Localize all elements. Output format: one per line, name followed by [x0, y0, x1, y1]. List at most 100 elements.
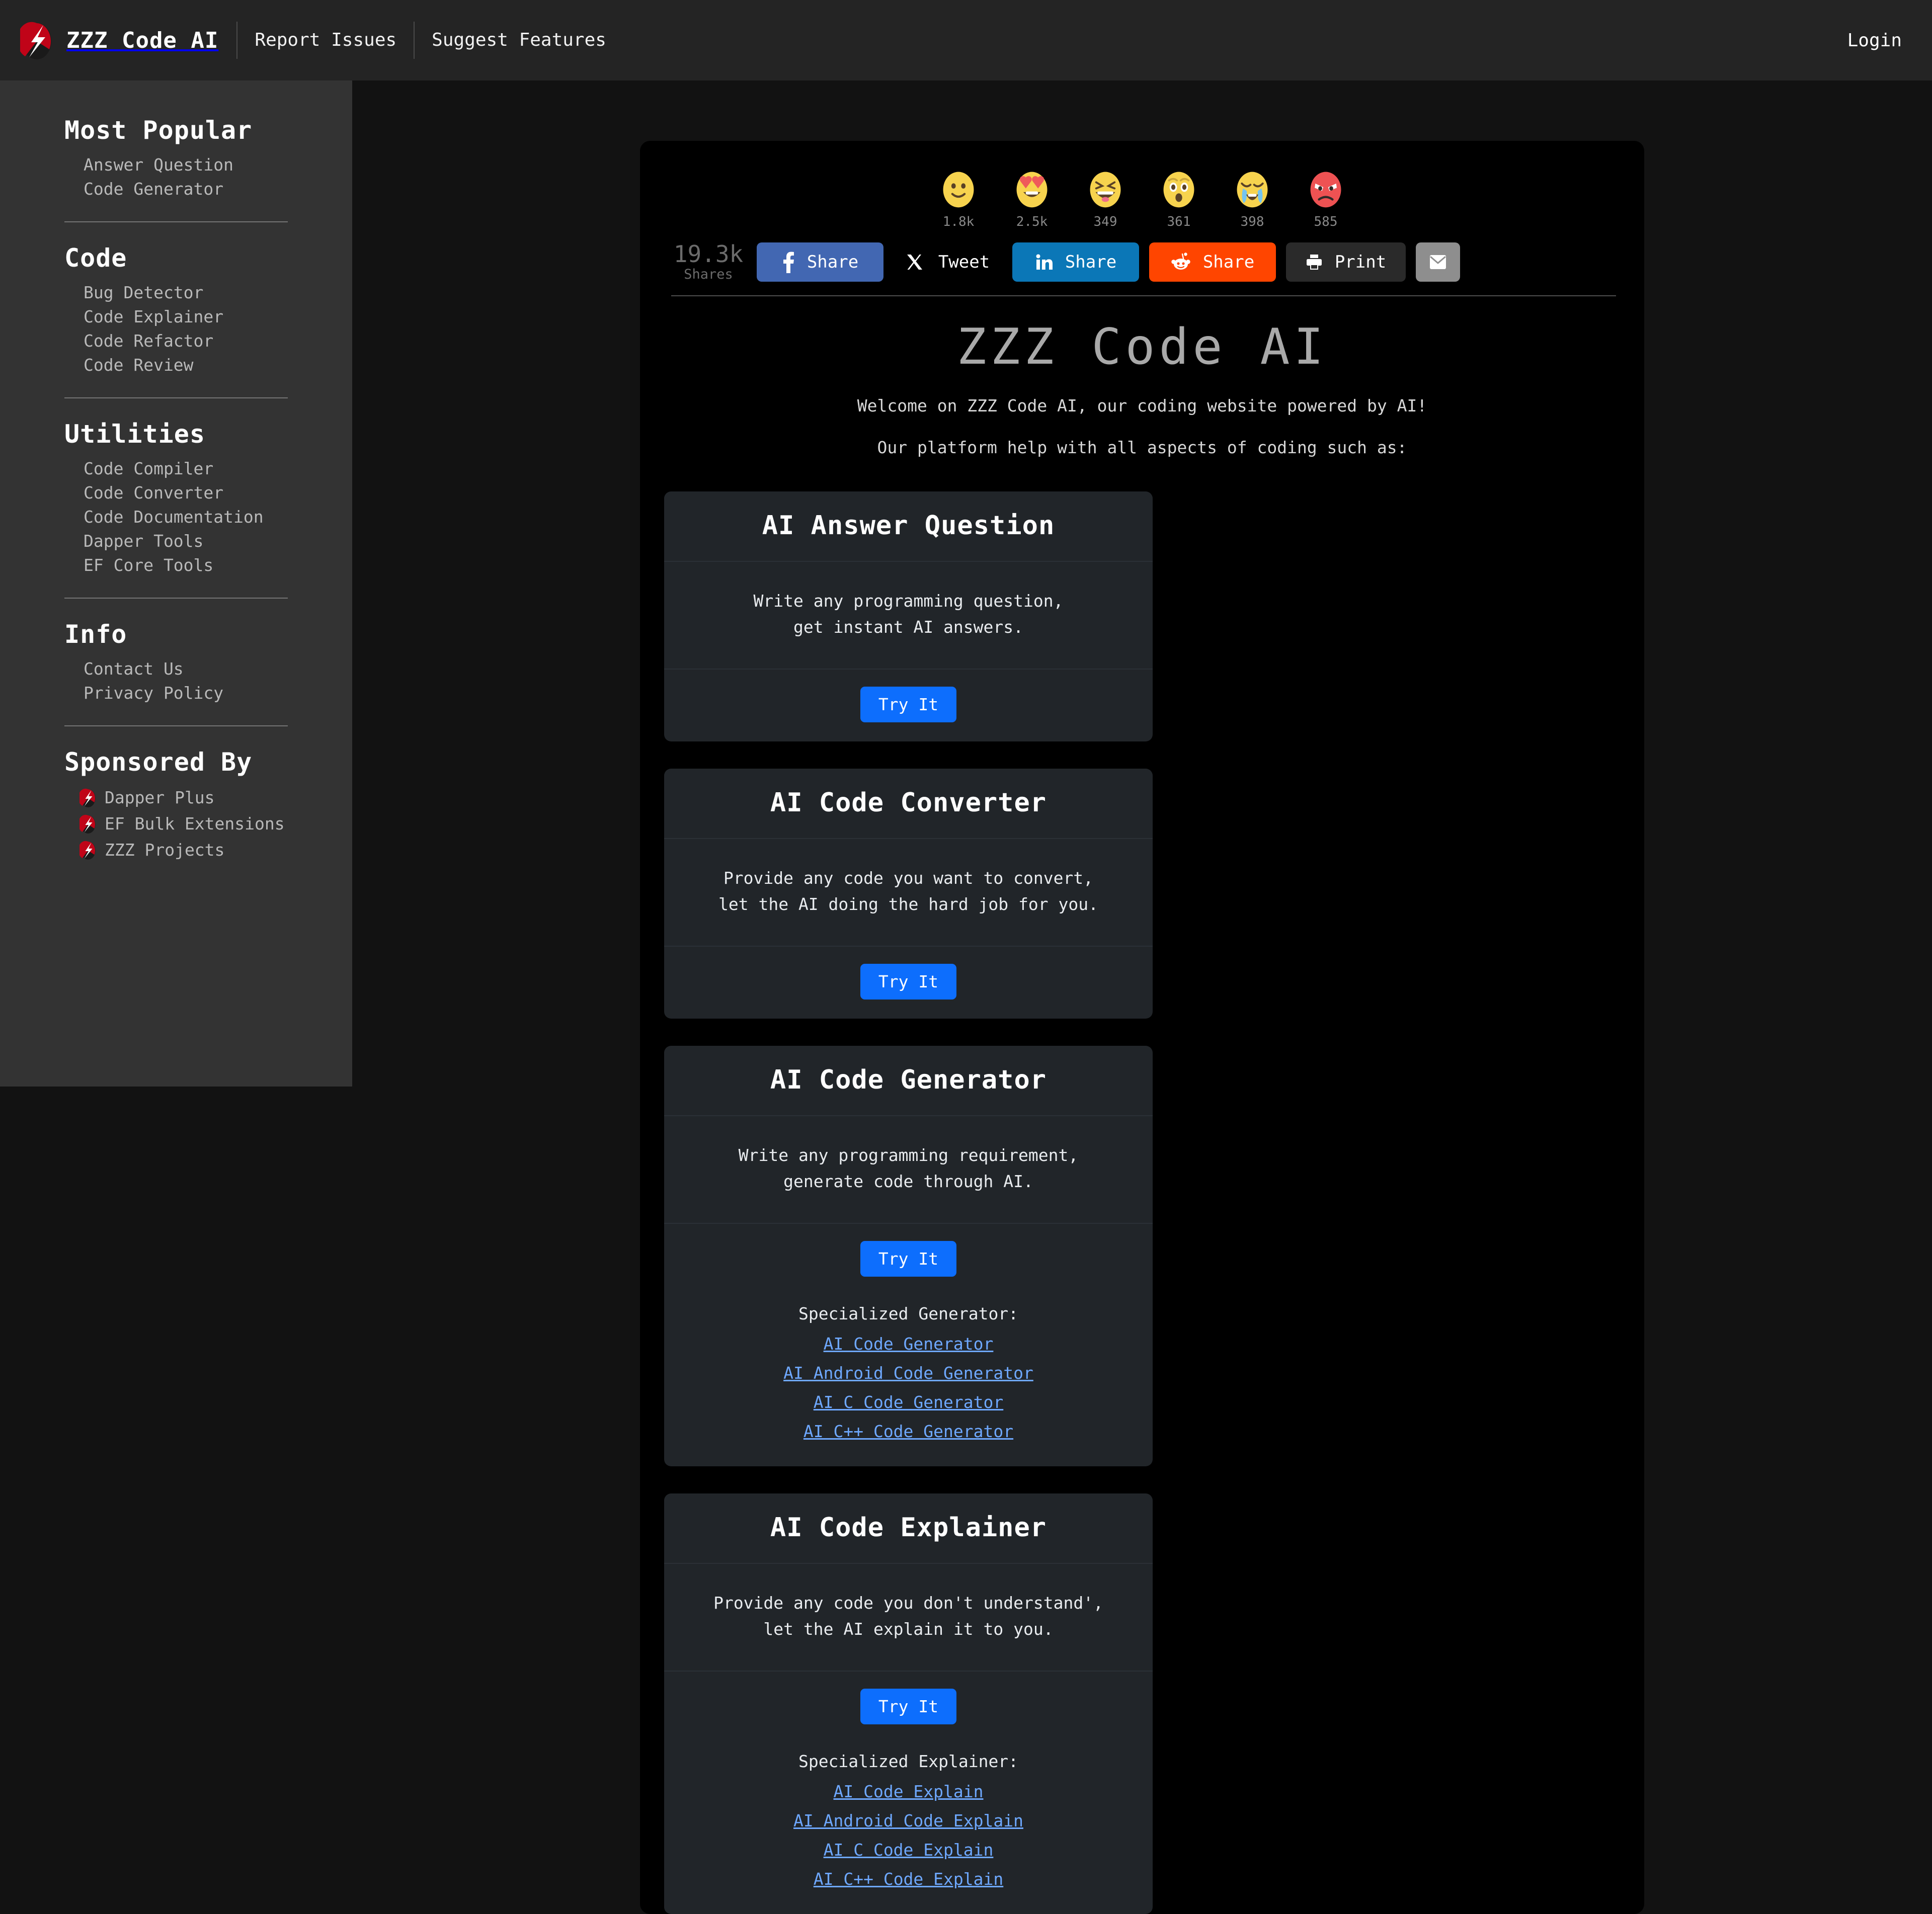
reaction-sad[interactable]: 398 [1228, 170, 1276, 229]
specialized-link-cpp-code-generator[interactable]: AI C++ Code Generator [674, 1417, 1143, 1446]
sidebar-item-code-refactor[interactable]: Code Refactor [64, 329, 288, 353]
smile-emoji-icon [939, 170, 978, 209]
card-description-line1: Write any programming question, [753, 591, 1064, 611]
share-count-label: Shares [684, 267, 733, 282]
laughing-emoji-icon [1086, 170, 1125, 209]
sidebar-heading-info: Info [64, 620, 127, 649]
sidebar-item-privacy-policy[interactable]: Privacy Policy [64, 681, 288, 705]
reaction-bar: 1.8k 2.5k 349 361 398 585 [664, 154, 1620, 231]
brand-home-link[interactable]: ZZZ Code AI [17, 20, 236, 60]
try-it-button[interactable]: Try It [860, 687, 957, 722]
specialized-link-cpp-code-explain[interactable]: AI C++ Code Explain [674, 1865, 1143, 1894]
share-count: 19.3k Shares [670, 241, 747, 282]
sponsor-item-ef-bulk-extensions[interactable]: EF Bulk Extensions [64, 811, 288, 837]
sidebar-item-ef-core-tools[interactable]: EF Core Tools [64, 553, 288, 577]
sidebar-item-code-documentation[interactable]: Code Documentation [64, 505, 288, 529]
sidebar-item-code-converter[interactable]: Code Converter [64, 481, 288, 505]
print-button[interactable]: Print [1286, 242, 1406, 282]
specialized-link-android-code-generator[interactable]: AI Android Code Generator [674, 1359, 1143, 1388]
sidebar-item-contact-us[interactable]: Contact Us [64, 657, 288, 681]
card-title: AI Code Converter [664, 769, 1153, 839]
card-ai-answer-question: AI Answer Question Write any programming… [664, 491, 1153, 741]
sponsor-item-zzz-projects[interactable]: ZZZ Projects [64, 837, 288, 863]
sidebar-item-bug-detector[interactable]: Bug Detector [64, 281, 288, 305]
reddit-icon [1171, 252, 1191, 272]
sidebar-heading-code: Code [64, 243, 127, 273]
angry-emoji-icon [1306, 170, 1345, 209]
content-panel: 1.8k 2.5k 349 361 398 585 19.3k Shares S… [640, 141, 1644, 1914]
share-count-value: 19.3k [673, 240, 744, 268]
reaction-count: 398 [1240, 214, 1264, 229]
sponsor-label: EF Bulk Extensions [105, 814, 285, 834]
nav-suggest-features[interactable]: Suggest Features [414, 22, 623, 59]
card-title: AI Code Explainer [664, 1493, 1153, 1564]
card-title: AI Answer Question [664, 491, 1153, 562]
specialized-link-c-code-explain[interactable]: AI C Code Explain [674, 1836, 1143, 1865]
sidebar: Most Popular Answer Question Code Genera… [0, 80, 352, 1087]
sidebar-group-info: Info Contact Us Privacy Policy [0, 620, 352, 705]
sidebar-item-code-explainer[interactable]: Code Explainer [64, 305, 288, 329]
login-link[interactable]: Login [1847, 30, 1902, 51]
reaction-count: 1.8k [942, 214, 975, 229]
reaction-count: 2.5k [1016, 214, 1048, 229]
facebook-share-button[interactable]: Share [757, 242, 883, 282]
sidebar-item-dapper-tools[interactable]: Dapper Tools [64, 529, 288, 553]
card-body: Provide any code you want to convert, le… [664, 839, 1153, 947]
reaction-smile[interactable]: 1.8k [934, 170, 983, 229]
specialized-link-c-code-generator[interactable]: AI C Code Generator [674, 1388, 1143, 1417]
specialized-links-title: Specialized Generator: [798, 1304, 1019, 1323]
reaction-love[interactable]: 2.5k [1008, 170, 1056, 229]
twitter-tweet-label: Tweet [938, 252, 990, 272]
email-share-button[interactable] [1416, 242, 1460, 282]
reaction-wow[interactable]: 361 [1155, 170, 1203, 229]
card-description-line2: get instant AI answers. [793, 617, 1023, 637]
try-it-button[interactable]: Try It [860, 1241, 957, 1277]
specialized-link-android-code-explain[interactable]: AI Android Code Explain [674, 1806, 1143, 1836]
reaction-angry[interactable]: 585 [1302, 170, 1350, 229]
twitter-tweet-button[interactable]: Tweet [894, 242, 1002, 282]
card-description-line2: let the AI explain it to you. [763, 1619, 1054, 1639]
card-description-line1: Write any programming requirement, [738, 1145, 1079, 1165]
card-ai-code-explainer: AI Code Explainer Provide any code you d… [664, 1493, 1153, 1914]
card-ai-code-generator: AI Code Generator Write any programming … [664, 1046, 1153, 1466]
sidebar-item-answer-question[interactable]: Answer Question [64, 153, 288, 177]
zzz-lightning-logo-icon [78, 788, 97, 808]
reaction-haha[interactable]: 349 [1081, 170, 1130, 229]
card-description-line2: let the AI doing the hard job for you. [718, 894, 1098, 914]
sidebar-item-code-compiler[interactable]: Code Compiler [64, 457, 288, 481]
linkedin-share-button[interactable]: Share [1012, 242, 1139, 282]
print-label: Print [1334, 252, 1387, 272]
try-it-button[interactable]: Try It [860, 964, 957, 1000]
try-it-button[interactable]: Try It [860, 1689, 957, 1724]
zzz-lightning-logo-icon [17, 20, 53, 60]
zzz-lightning-logo-icon [78, 840, 97, 860]
share-bar: 19.3k Shares Share Tweet Share Share Pri… [664, 231, 1620, 295]
sidebar-group-utilities: Utilities Code Compiler Code Converter C… [0, 420, 352, 577]
reddit-share-button[interactable]: Share [1149, 242, 1276, 282]
envelope-icon [1429, 255, 1447, 270]
specialized-link-code-generator[interactable]: AI Code Generator [674, 1329, 1143, 1359]
card-title: AI Code Generator [664, 1046, 1153, 1116]
linkedin-share-label: Share [1065, 252, 1117, 272]
card-body: Write any programming question, get inst… [664, 562, 1153, 670]
card-description-line2: generate code through AI. [783, 1172, 1033, 1191]
sidebar-group-most-popular: Most Popular Answer Question Code Genera… [0, 116, 352, 201]
sponsor-item-dapper-plus[interactable]: Dapper Plus [64, 785, 288, 811]
facebook-share-label: Share [807, 252, 859, 272]
card-ai-code-converter: AI Code Converter Provide any code you w… [664, 769, 1153, 1019]
brand-title: ZZZ Code AI [66, 27, 219, 53]
sponsor-label: ZZZ Projects [105, 840, 225, 860]
sidebar-divider-2 [64, 397, 288, 398]
surprised-emoji-icon [1159, 170, 1198, 209]
sidebar-heading-sponsored-by: Sponsored By [64, 747, 253, 777]
welcome-text: Welcome on ZZZ Code AI, our coding websi… [857, 396, 1427, 415]
card-description-line1: Provide any code you want to convert, [723, 868, 1094, 888]
sidebar-item-code-generator[interactable]: Code Generator [64, 177, 288, 201]
sponsor-label: Dapper Plus [105, 788, 215, 807]
reddit-share-label: Share [1202, 252, 1255, 272]
nav-report-issues[interactable]: Report Issues [236, 22, 414, 59]
sidebar-heading-utilities: Utilities [64, 420, 205, 449]
sidebar-item-code-review[interactable]: Code Review [64, 353, 288, 377]
specialized-link-code-explain[interactable]: AI Code Explain [674, 1777, 1143, 1806]
x-twitter-icon [906, 254, 923, 271]
